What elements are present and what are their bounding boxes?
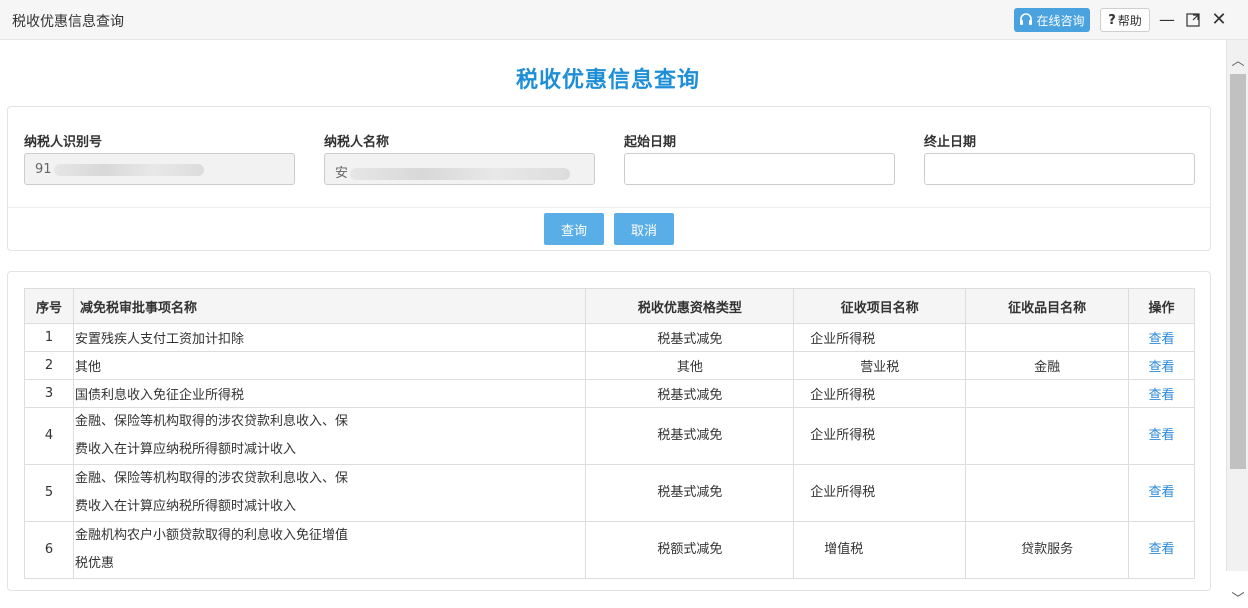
help-label: 帮助	[1117, 13, 1142, 28]
row-item: 企业所得税	[793, 464, 967, 522]
header-no: 序号	[24, 288, 74, 324]
table-row: 5 金融、保险等机构取得的涉农贷款利息收入、保 费收入在计算应纳税所得额时减计收入…	[24, 464, 1195, 522]
row-item: 企业所得税	[793, 379, 967, 408]
row-name: 安置残疾人支付工资加计扣除	[72, 323, 587, 352]
row-item: 营业税	[793, 351, 967, 380]
row-name: 其他	[72, 351, 587, 380]
row-name: 金融机构农户小额贷款取得的利息收入免征增值 税优惠	[72, 521, 587, 579]
table-row: 4 金融、保险等机构取得的涉农贷款利息收入、保 费收入在计算应纳税所得额时减计收入…	[24, 407, 1195, 465]
online-consult-button[interactable]: 在线咨询	[1014, 8, 1090, 32]
view-link[interactable]: 查看	[1149, 332, 1175, 347]
view-link[interactable]: 查看	[1149, 542, 1175, 557]
start-date-label: 起始日期	[624, 135, 677, 150]
table-row: 3 国债利息收入免征企业所得税 税基式减免 企业所得税 查看	[24, 379, 1195, 408]
start-date-input[interactable]	[624, 153, 895, 185]
scroll-up-icon[interactable]: ︿	[1227, 50, 1248, 70]
scroll-down-icon[interactable]: ﹀	[1227, 588, 1248, 608]
table-row: 6 金融机构农户小额贷款取得的利息收入免征增值 税优惠 税额式减免 增值税 贷款服…	[24, 521, 1195, 579]
view-link[interactable]: 查看	[1149, 485, 1175, 500]
row-category: 贷款服务	[965, 521, 1130, 579]
headset-icon	[1020, 13, 1033, 25]
row-name: 国债利息收入免征企业所得税	[72, 379, 587, 408]
row-no: 5	[24, 464, 74, 522]
row-no: 2	[24, 351, 74, 380]
cancel-button[interactable]: 取消	[614, 213, 674, 245]
header-category: 征收品目名称	[965, 288, 1130, 324]
row-type: 税基式减免	[585, 464, 795, 522]
question-icon: ?	[1108, 12, 1116, 28]
row-name: 金融、保险等机构取得的涉农贷款利息收入、保 费收入在计算应纳税所得额时减计收入	[72, 464, 587, 522]
header-action: 操作	[1128, 288, 1195, 324]
page-title: 税收优惠信息查询	[515, 68, 700, 93]
query-button[interactable]: 查询	[544, 213, 604, 245]
end-date-label: 终止日期	[924, 135, 977, 150]
row-category: 金融	[965, 351, 1130, 380]
taxpayer-name-label: 纳税人名称	[324, 135, 390, 150]
taxpayer-name-input[interactable]: 安	[324, 153, 595, 185]
row-type: 税基式减免	[585, 407, 795, 465]
row-type: 税基式减免	[585, 379, 795, 408]
vertical-scrollbar[interactable]: ︿ ﹀	[1226, 40, 1248, 607]
header-item: 征收项目名称	[793, 288, 967, 324]
row-name: 金融、保险等机构取得的涉农贷款利息收入、保 费收入在计算应纳税所得额时减计收入	[72, 407, 587, 465]
results-table: 序号 减免税审批事项名称 税收优惠资格类型 征收项目名称 征收品目名称 操作 1…	[24, 288, 1195, 579]
row-no: 3	[24, 379, 74, 408]
close-icon[interactable]: ✕	[1210, 10, 1228, 30]
row-no: 4	[24, 407, 74, 465]
taxpayer-id-input[interactable]: 91	[24, 153, 295, 185]
row-type: 税额式减免	[585, 521, 795, 579]
view-link[interactable]: 查看	[1149, 388, 1175, 403]
row-no: 6	[24, 521, 74, 579]
end-date-input[interactable]	[924, 153, 1195, 185]
row-category	[965, 407, 1130, 465]
table-row: 2 其他 其他 营业税 金融 查看	[24, 351, 1195, 380]
row-item: 企业所得税	[793, 323, 967, 352]
row-type: 税基式减免	[585, 323, 795, 352]
row-category	[965, 464, 1130, 522]
maximize-icon[interactable]	[1184, 10, 1202, 30]
help-button[interactable]: ? 帮助	[1100, 8, 1150, 32]
row-item: 企业所得税	[793, 407, 967, 465]
online-consult-label: 在线咨询	[1036, 13, 1085, 28]
view-link[interactable]: 查看	[1149, 428, 1175, 443]
row-item: 增值税	[793, 521, 967, 579]
row-no: 1	[24, 323, 74, 352]
search-panel: 纳税人识别号 91 纳税人名称 安 起始日期 终止日期 查询 取消	[7, 106, 1211, 251]
row-category	[965, 323, 1130, 352]
panel-divider	[8, 207, 1210, 208]
minimize-icon[interactable]: —	[1158, 10, 1176, 30]
row-category	[965, 379, 1130, 408]
header-name: 减免税审批事项名称	[72, 288, 587, 324]
header-type: 税收优惠资格类型	[585, 288, 795, 324]
row-type: 其他	[585, 351, 795, 380]
taxpayer-id-label: 纳税人识别号	[24, 135, 103, 150]
redacted-blur	[53, 163, 204, 176]
table-header-row: 序号 减免税审批事项名称 税收优惠资格类型 征收项目名称 征收品目名称 操作	[24, 288, 1195, 324]
table-row: 1 安置残疾人支付工资加计扣除 税基式减免 企业所得税 查看	[24, 323, 1195, 352]
title-bar: 税收优惠信息查询 在线咨询 ? 帮助 — ✕	[0, 0, 1248, 40]
results-panel: 序号 减免税审批事项名称 税收优惠资格类型 征收项目名称 征收品目名称 操作 1…	[7, 271, 1211, 591]
view-link[interactable]: 查看	[1149, 360, 1175, 375]
scrollbar-thumb[interactable]	[1230, 74, 1246, 469]
redacted-blur	[350, 167, 571, 180]
window-title: 税收优惠信息查询	[12, 14, 124, 30]
